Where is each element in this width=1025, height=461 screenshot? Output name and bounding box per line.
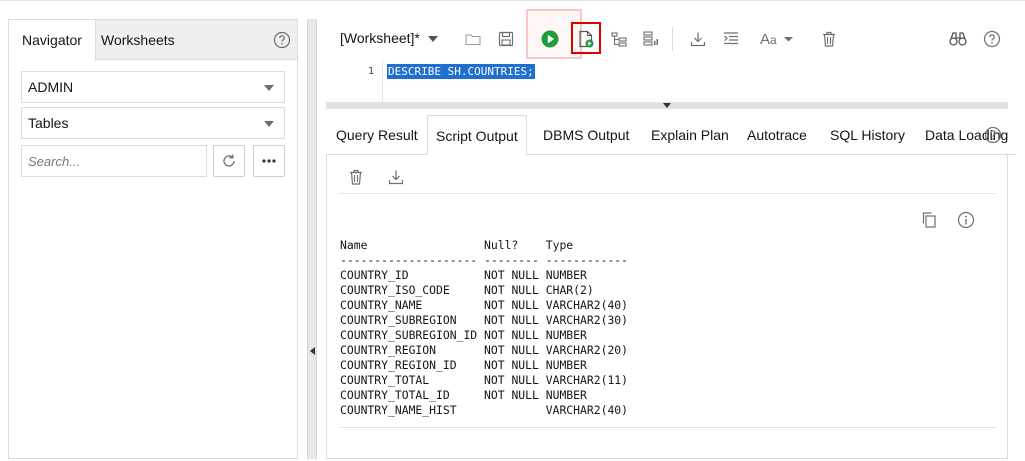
worksheet-name[interactable]: [Worksheet]* <box>340 30 420 46</box>
search-input[interactable] <box>21 145 207 177</box>
toolbar-divider <box>672 27 673 51</box>
help-button[interactable] <box>980 27 1004 51</box>
result-row: COUNTRY_SUBREGION NOT NULL VARCHAR2(30) <box>340 313 635 327</box>
help-icon <box>983 30 1001 48</box>
open-folder-icon <box>465 34 481 46</box>
object-type-select[interactable]: Tables <box>21 107 285 139</box>
run-statement-icon <box>541 30 559 48</box>
run-script-icon <box>579 30 594 48</box>
format-button[interactable] <box>719 27 743 51</box>
collapse-down-icon[interactable] <box>663 103 671 108</box>
info-button[interactable] <box>955 209 977 231</box>
download-button[interactable] <box>686 27 710 51</box>
run-statement-button[interactable] <box>538 27 562 51</box>
navigator-panel: Navigator Worksheets ADMIN Tables <box>8 19 298 459</box>
tab-query-result[interactable]: Query Result <box>336 115 418 155</box>
chevron-down-icon <box>264 85 274 91</box>
svg-text:a: a <box>770 33 777 47</box>
tab-dbms-output[interactable]: DBMS Output <box>543 115 629 155</box>
worksheet-toolbar: [Worksheet]* A a <box>326 9 1016 59</box>
save-button[interactable] <box>494 27 518 51</box>
collapse-left-icon[interactable] <box>310 347 315 355</box>
result-row: COUNTRY_ISO_CODE NOT NULL CHAR(2) <box>340 283 635 297</box>
help-icon[interactable] <box>273 31 291 49</box>
worksheet-area: [Worksheet]* A a 1 DESCRIBE SH.COUNTRIES… <box>326 9 1016 459</box>
output-tab-bar: Query Result Script Output DBMS Output E… <box>326 115 1016 156</box>
object-type-select-value: Tables <box>28 115 69 131</box>
explain-plan-button[interactable] <box>607 27 631 51</box>
info-icon <box>957 211 975 229</box>
tab-worksheets[interactable]: Worksheets <box>101 20 175 60</box>
chevron-down-icon <box>264 121 274 127</box>
explain-plan-icon <box>611 32 627 47</box>
result-row: COUNTRY_TOTAL NOT NULL VARCHAR2(11) <box>340 373 635 387</box>
refresh-button[interactable] <box>213 145 245 177</box>
run-script-button[interactable] <box>574 27 598 51</box>
line-number: 1 <box>367 66 374 77</box>
horizontal-splitter[interactable] <box>326 102 1008 109</box>
result-row: COUNTRY_ID NOT NULL NUMBER <box>340 268 635 282</box>
schema-select[interactable]: ADMIN <box>21 71 285 103</box>
find-button[interactable] <box>946 27 970 51</box>
code-editor[interactable]: 1 DESCRIBE SH.COUNTRIES; <box>326 60 1008 102</box>
chevron-down-icon[interactable] <box>428 36 438 42</box>
format-icon <box>724 32 738 45</box>
result-header: Name Null? Type <box>340 238 635 252</box>
refresh-icon <box>223 154 235 167</box>
output-bottom-divider <box>339 427 996 428</box>
result-row: COUNTRY_TOTAL_ID NOT NULL NUMBER <box>340 388 635 402</box>
output-toolbar-divider <box>339 193 996 194</box>
more-dots-icon <box>262 159 276 163</box>
clear-output-icon <box>350 169 362 185</box>
copy-icon <box>922 212 936 228</box>
font-case-button[interactable]: A a <box>758 27 798 51</box>
autotrace-button[interactable] <box>639 27 663 51</box>
clear-icon <box>823 31 835 47</box>
open-button[interactable] <box>461 27 485 51</box>
tab-script-output[interactable]: Script Output <box>427 115 527 156</box>
download-icon <box>690 32 706 47</box>
result-row: COUNTRY_NAME NOT NULL VARCHAR2(40) <box>340 298 635 312</box>
output-help-icon[interactable] <box>984 126 1002 144</box>
tab-navigator[interactable]: Navigator <box>9 20 96 61</box>
more-actions-button[interactable] <box>253 145 285 177</box>
schema-select-value: ADMIN <box>28 79 74 95</box>
result-row: COUNTRY_NAME_HIST VARCHAR2(40) <box>340 403 635 417</box>
svg-text:A: A <box>760 31 770 48</box>
result-row: COUNTRY_REGION_ID NOT NULL NUMBER <box>340 358 635 372</box>
clear-output-button[interactable] <box>344 165 368 189</box>
editor-gutter: 1 <box>326 60 383 102</box>
result-divider: -------------------- -------- ----------… <box>340 253 635 267</box>
save-icon <box>498 31 514 47</box>
describe-result-text: Name Null? Type -------------------- ---… <box>340 238 635 418</box>
selected-sql-statement[interactable]: DESCRIBE SH.COUNTRIES; <box>387 64 535 79</box>
sql-worksheet-app: Navigator Worksheets ADMIN Tables Search… <box>0 0 1025 459</box>
tab-sql-history[interactable]: SQL History <box>830 115 905 155</box>
download-output-button[interactable] <box>384 165 408 189</box>
navigator-tab-bar: Navigator Worksheets <box>9 20 297 61</box>
navigator-body: ADMIN Tables <box>9 61 297 461</box>
tab-autotrace[interactable]: Autotrace <box>747 115 807 155</box>
clear-button[interactable] <box>817 27 841 51</box>
script-output-panel: Name Null? Type -------------------- ---… <box>326 155 1008 459</box>
download-output-icon <box>388 170 404 185</box>
find-binoculars-icon <box>949 32 967 46</box>
font-case-icon: A a <box>760 31 793 48</box>
autotrace-icon <box>643 31 658 46</box>
result-row: COUNTRY_SUBREGION_ID NOT NULL NUMBER <box>340 328 635 342</box>
vertical-splitter[interactable] <box>307 19 317 459</box>
copy-button[interactable] <box>918 209 940 231</box>
result-row: COUNTRY_REGION NOT NULL VARCHAR2(20) <box>340 343 635 357</box>
tab-explain-plan[interactable]: Explain Plan <box>651 115 729 155</box>
